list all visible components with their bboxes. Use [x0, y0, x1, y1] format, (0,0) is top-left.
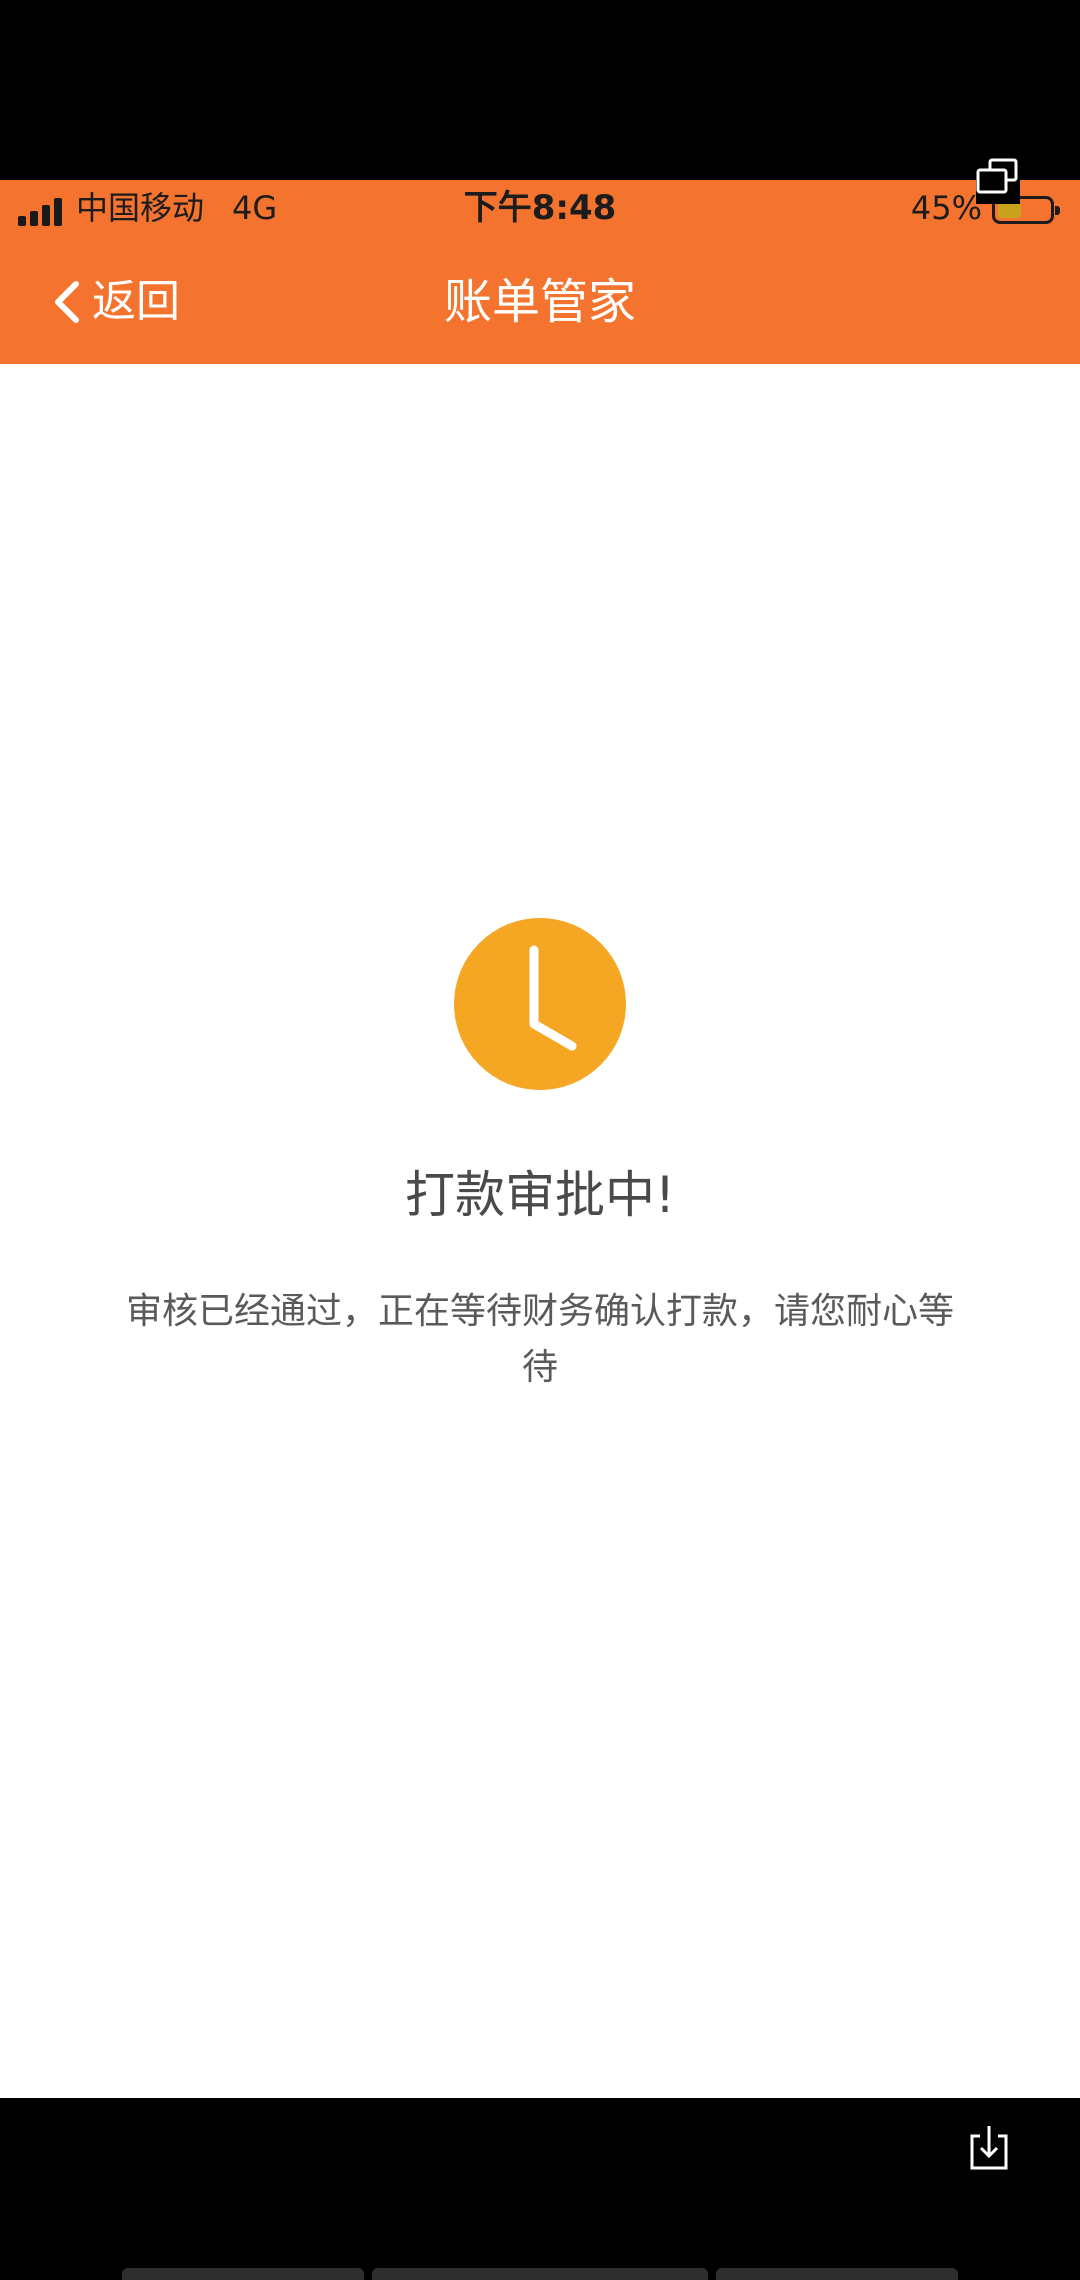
top-black-band — [0, 0, 1080, 180]
status-description: 审核已经通过，正在等待财务确认打款，请您耐心等待 — [125, 1291, 954, 1388]
clock-icon — [454, 918, 626, 1090]
page-title: 账单管家 — [443, 274, 636, 330]
bottom-tab-center[interactable] — [372, 2268, 708, 2280]
bottom-black-band — [0, 2098, 1080, 2280]
bottom-tab-right[interactable] — [716, 2268, 958, 2280]
status-title: 打款审批中! — [404, 1166, 676, 1224]
download-tray-icon[interactable] — [966, 2122, 1012, 2174]
status-bar: 中国移动 4G 下午8:48 45% — [0, 180, 1080, 240]
bottom-tab-left[interactable] — [122, 2268, 364, 2280]
main-content: 打款审批中! 审核已经通过，正在等待财务确认打款，请您耐心等待 — [0, 364, 1080, 2098]
nav-bar: 返回 账单管家 — [0, 240, 1080, 364]
window-stack-icon[interactable] — [968, 152, 1028, 212]
screen: 中国移动 4G 下午8:48 45% 返回 账单管家 打款审批中! 审核已经通过，… — [0, 0, 1080, 2280]
